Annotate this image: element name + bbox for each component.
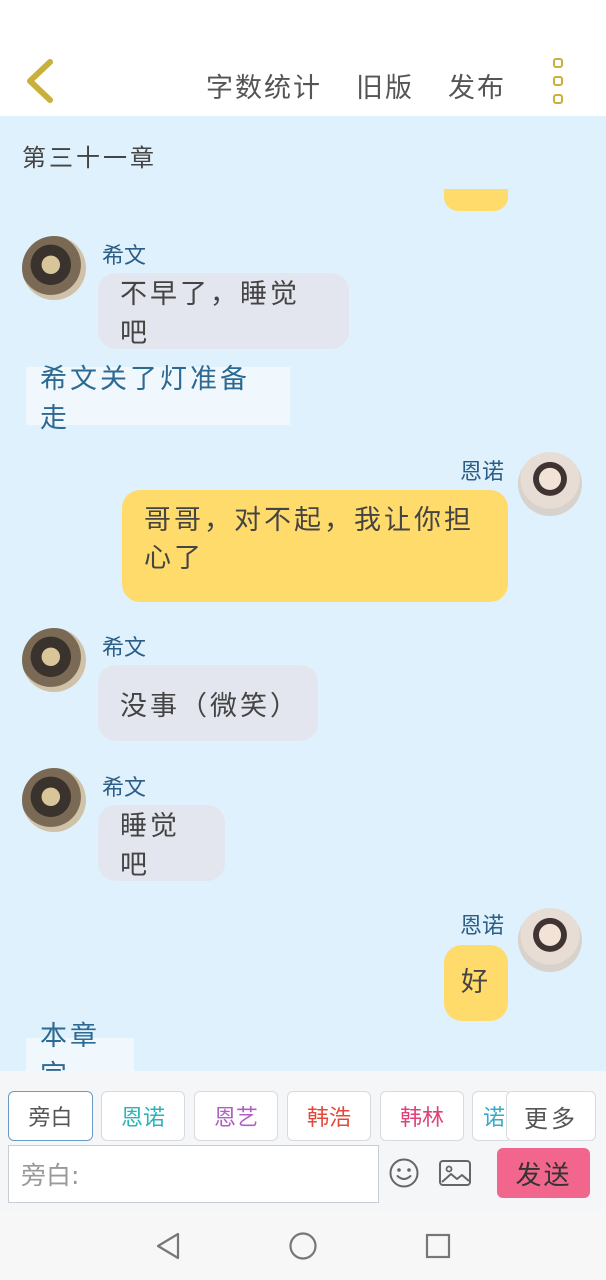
- avatar[interactable]: [22, 628, 86, 692]
- avatar[interactable]: [22, 768, 86, 832]
- publish-button[interactable]: 发布: [448, 66, 506, 105]
- more-menu-button[interactable]: [548, 58, 568, 104]
- back-button[interactable]: [22, 58, 62, 104]
- send-button[interactable]: 发送: [497, 1148, 590, 1198]
- circle-home-icon: [289, 1232, 317, 1260]
- square-recents-icon: [425, 1233, 451, 1259]
- role-chip-hanhao[interactable]: 韩浩: [287, 1091, 371, 1141]
- message-bubble[interactable]: 好: [444, 945, 508, 1021]
- message-bubble[interactable]: 哥哥，对不起，我让你担心了: [122, 490, 508, 602]
- narration-bubble[interactable]: 希文关了灯准备走: [26, 364, 290, 434]
- triangle-back-icon: [156, 1232, 180, 1260]
- composer-panel: 旁白 恩诺 恩艺 韩浩 韩林 诺 更多 旁白: 发送: [0, 1071, 606, 1211]
- role-chip-hanlin[interactable]: 韩林: [380, 1091, 464, 1141]
- menu-dot-icon: [553, 58, 563, 68]
- image-button[interactable]: [438, 1159, 472, 1187]
- message-bubble-partial[interactable]: [444, 189, 508, 211]
- more-roles-button[interactable]: 更多: [506, 1091, 596, 1141]
- message-input[interactable]: 旁白:: [8, 1145, 379, 1203]
- chevron-left-icon: [27, 59, 53, 103]
- smiley-icon: [389, 1158, 419, 1188]
- sender-name: 希文: [102, 776, 147, 801]
- old-version-button[interactable]: 旧版: [356, 66, 414, 105]
- chat-area[interactable]: 第三十一章 希文 不早了，睡觉吧 希文关了灯准备走 恩诺 哥哥，对不起，我让你担…: [0, 116, 606, 1071]
- menu-dot-icon: [553, 94, 563, 104]
- top-bar: 字数统计 旧版 发布: [0, 0, 606, 116]
- sender-name: 希文: [102, 244, 147, 269]
- chapter-title: 第三十一章: [22, 144, 157, 172]
- nav-home-button[interactable]: [288, 1231, 318, 1261]
- avatar[interactable]: [518, 452, 582, 516]
- sender-name: 恩诺: [460, 460, 505, 485]
- nav-back-button[interactable]: [154, 1231, 182, 1261]
- role-chip-narrator[interactable]: 旁白: [8, 1091, 93, 1141]
- narration-bubble[interactable]: 本章完: [26, 1021, 134, 1071]
- message-bubble[interactable]: 睡觉吧: [98, 805, 225, 881]
- role-chip-ennuo[interactable]: 恩诺: [101, 1091, 185, 1141]
- avatar[interactable]: [518, 908, 582, 972]
- role-chip-enyi[interactable]: 恩艺: [194, 1091, 278, 1141]
- sender-name: 希文: [102, 636, 147, 661]
- word-count-button[interactable]: 字数统计: [206, 66, 322, 105]
- message-bubble[interactable]: 不早了，睡觉吧: [98, 273, 349, 349]
- emoji-button[interactable]: [388, 1157, 420, 1189]
- menu-dot-icon: [553, 76, 563, 86]
- image-icon: [439, 1160, 471, 1186]
- avatar[interactable]: [22, 236, 86, 300]
- sender-name: 恩诺: [460, 914, 505, 939]
- nav-recents-button[interactable]: [424, 1232, 452, 1260]
- system-nav-bar: [0, 1211, 606, 1280]
- message-bubble[interactable]: 没事（微笑）: [98, 665, 318, 741]
